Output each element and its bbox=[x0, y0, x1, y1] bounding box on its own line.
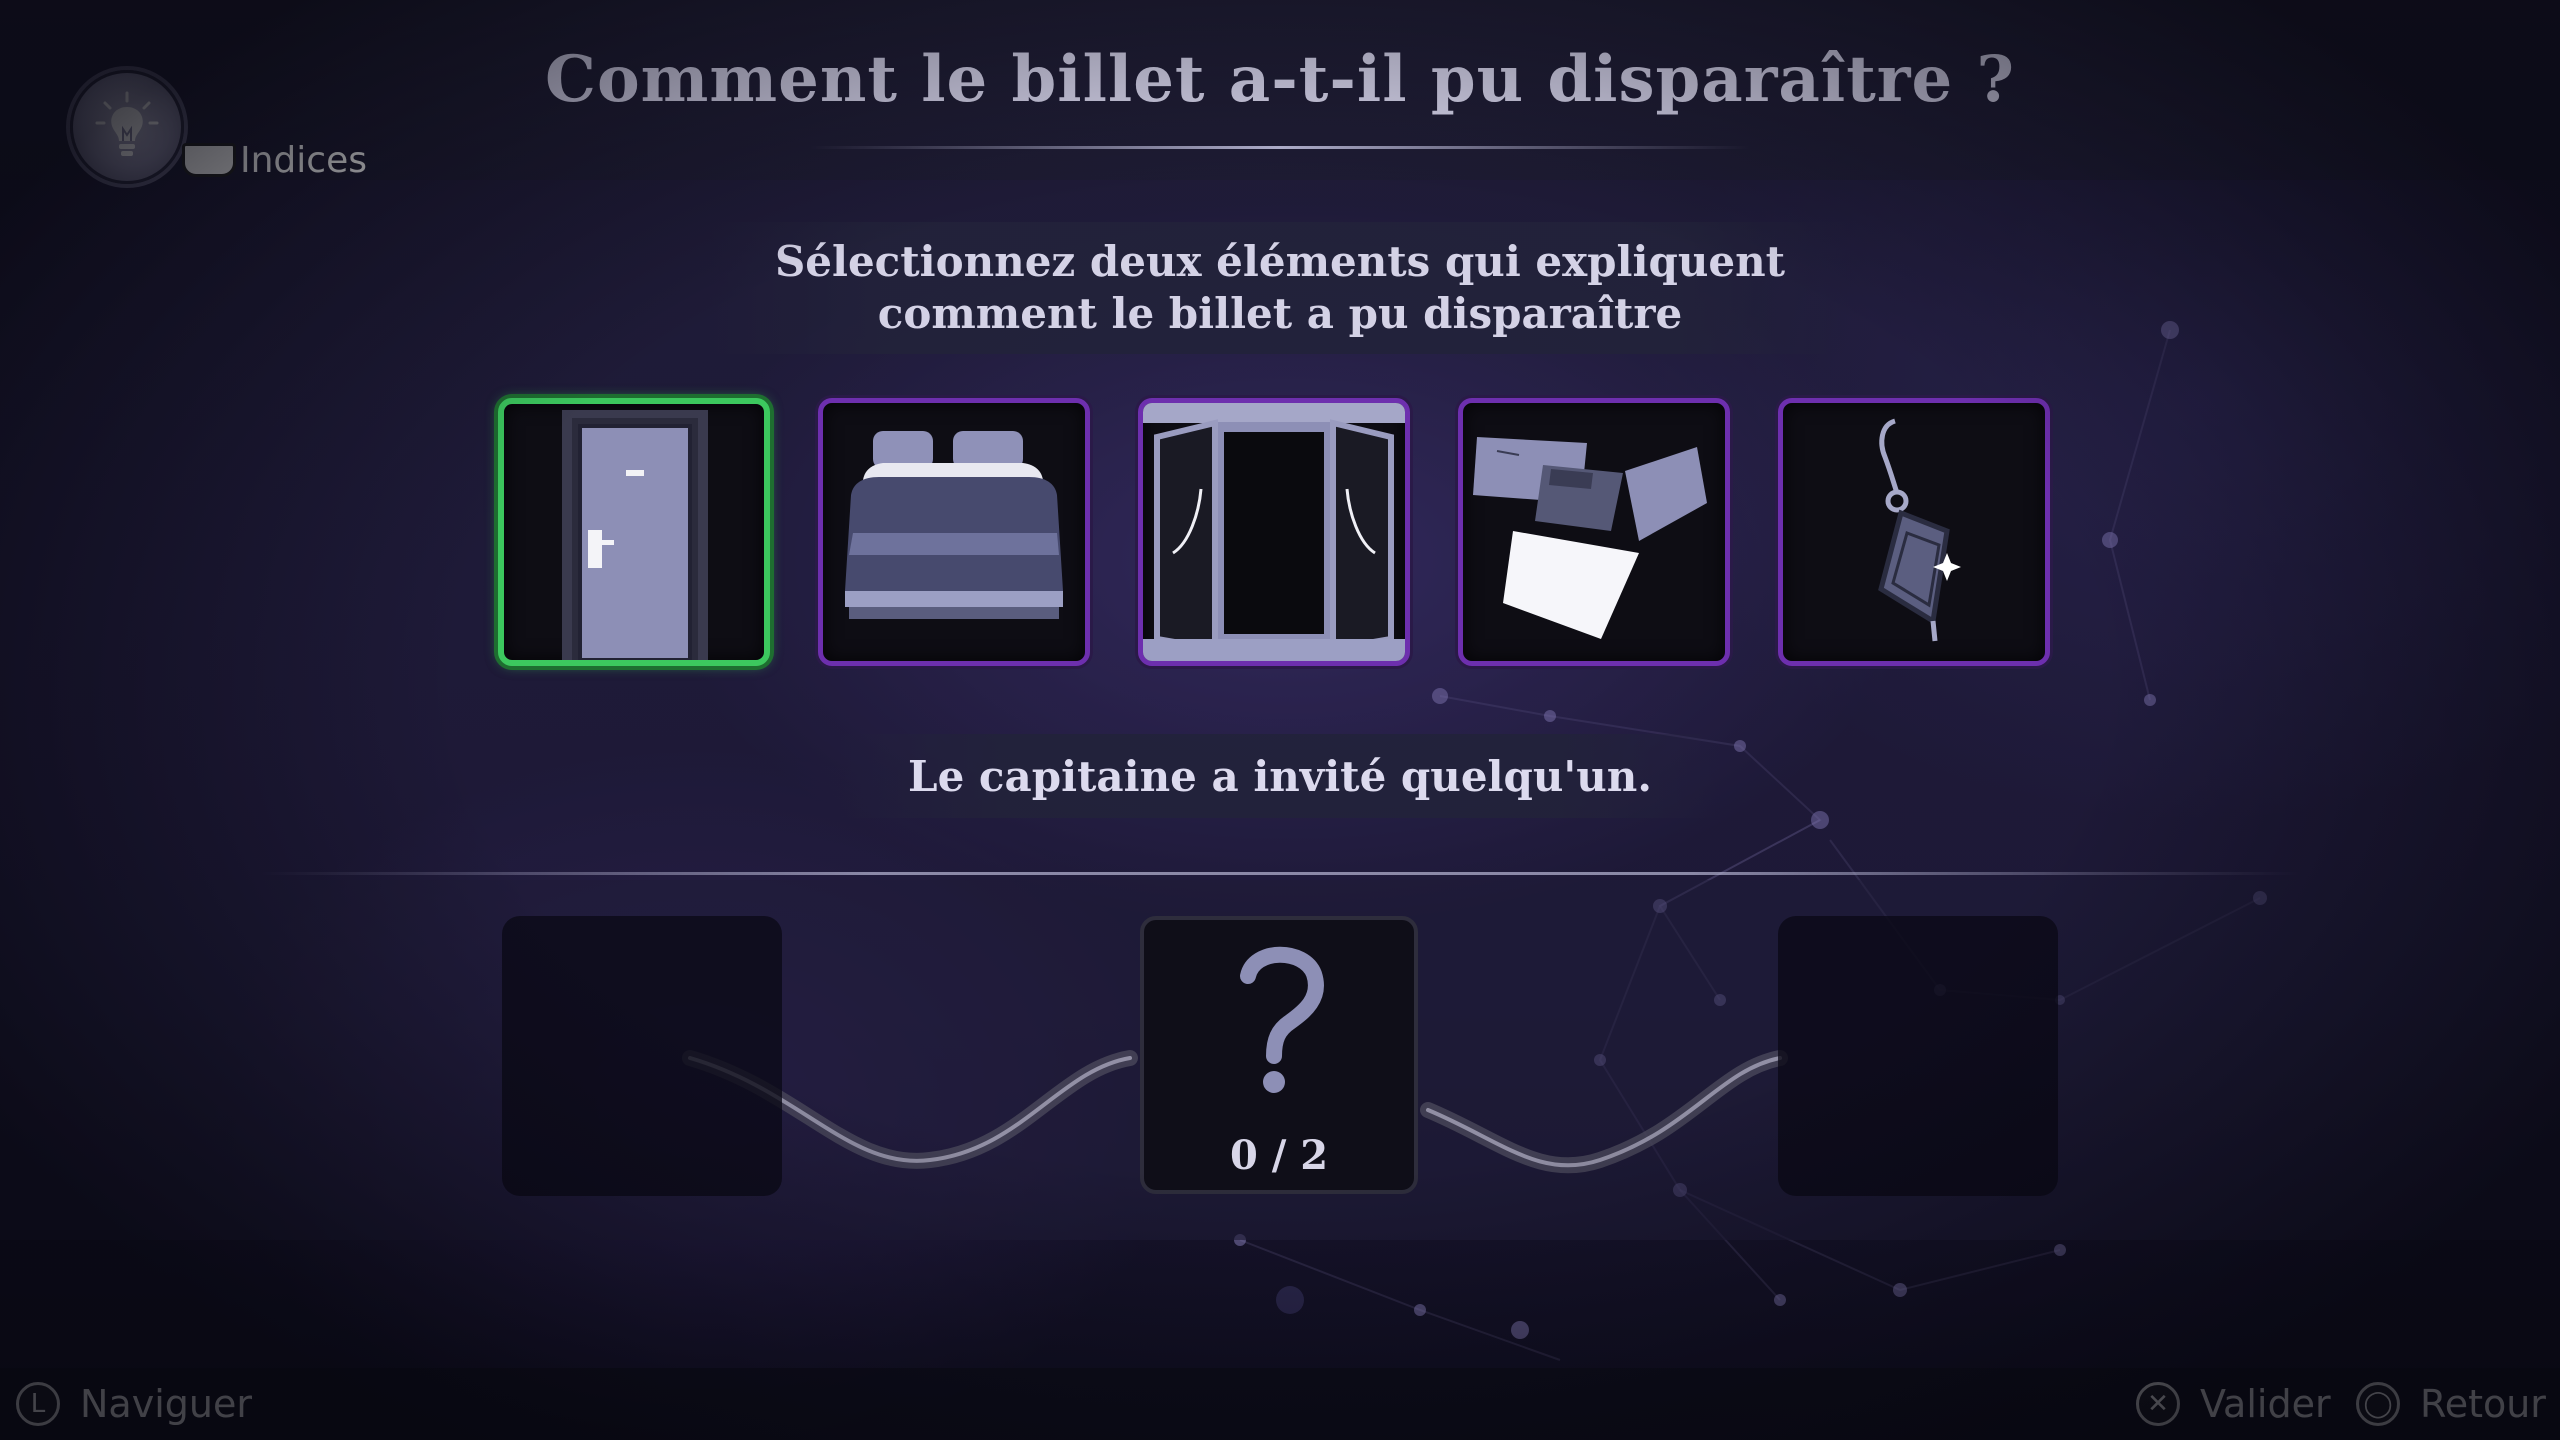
selection-counter: 0 / 2 bbox=[1229, 1132, 1329, 1179]
cross-button-icon: ✕ bbox=[2136, 1382, 2180, 1426]
back-hint[interactable]: ◯ Retour bbox=[2356, 1376, 2546, 1432]
navigate-hint[interactable]: L Naviguer bbox=[16, 1376, 252, 1432]
connector-wave bbox=[682, 1050, 1788, 1174]
confirm-label: Valider bbox=[2200, 1382, 2331, 1426]
confirm-hint[interactable]: ✕ Valider bbox=[2136, 1376, 2331, 1432]
back-label: Retour bbox=[2420, 1382, 2546, 1426]
left-stick-icon: L bbox=[16, 1382, 60, 1426]
circle-button-icon: ◯ bbox=[2356, 1382, 2400, 1426]
answer-slot-1[interactable] bbox=[502, 916, 782, 1196]
selection-counter-panel: 0 / 2 bbox=[1140, 916, 1418, 1194]
answer-slot-2[interactable] bbox=[1778, 916, 2058, 1196]
question-mark-icon bbox=[1240, 946, 1324, 1093]
game-screen: Comment le billet a-t-il pu disparaître … bbox=[0, 0, 2560, 1440]
navigate-label: Naviguer bbox=[80, 1382, 252, 1426]
